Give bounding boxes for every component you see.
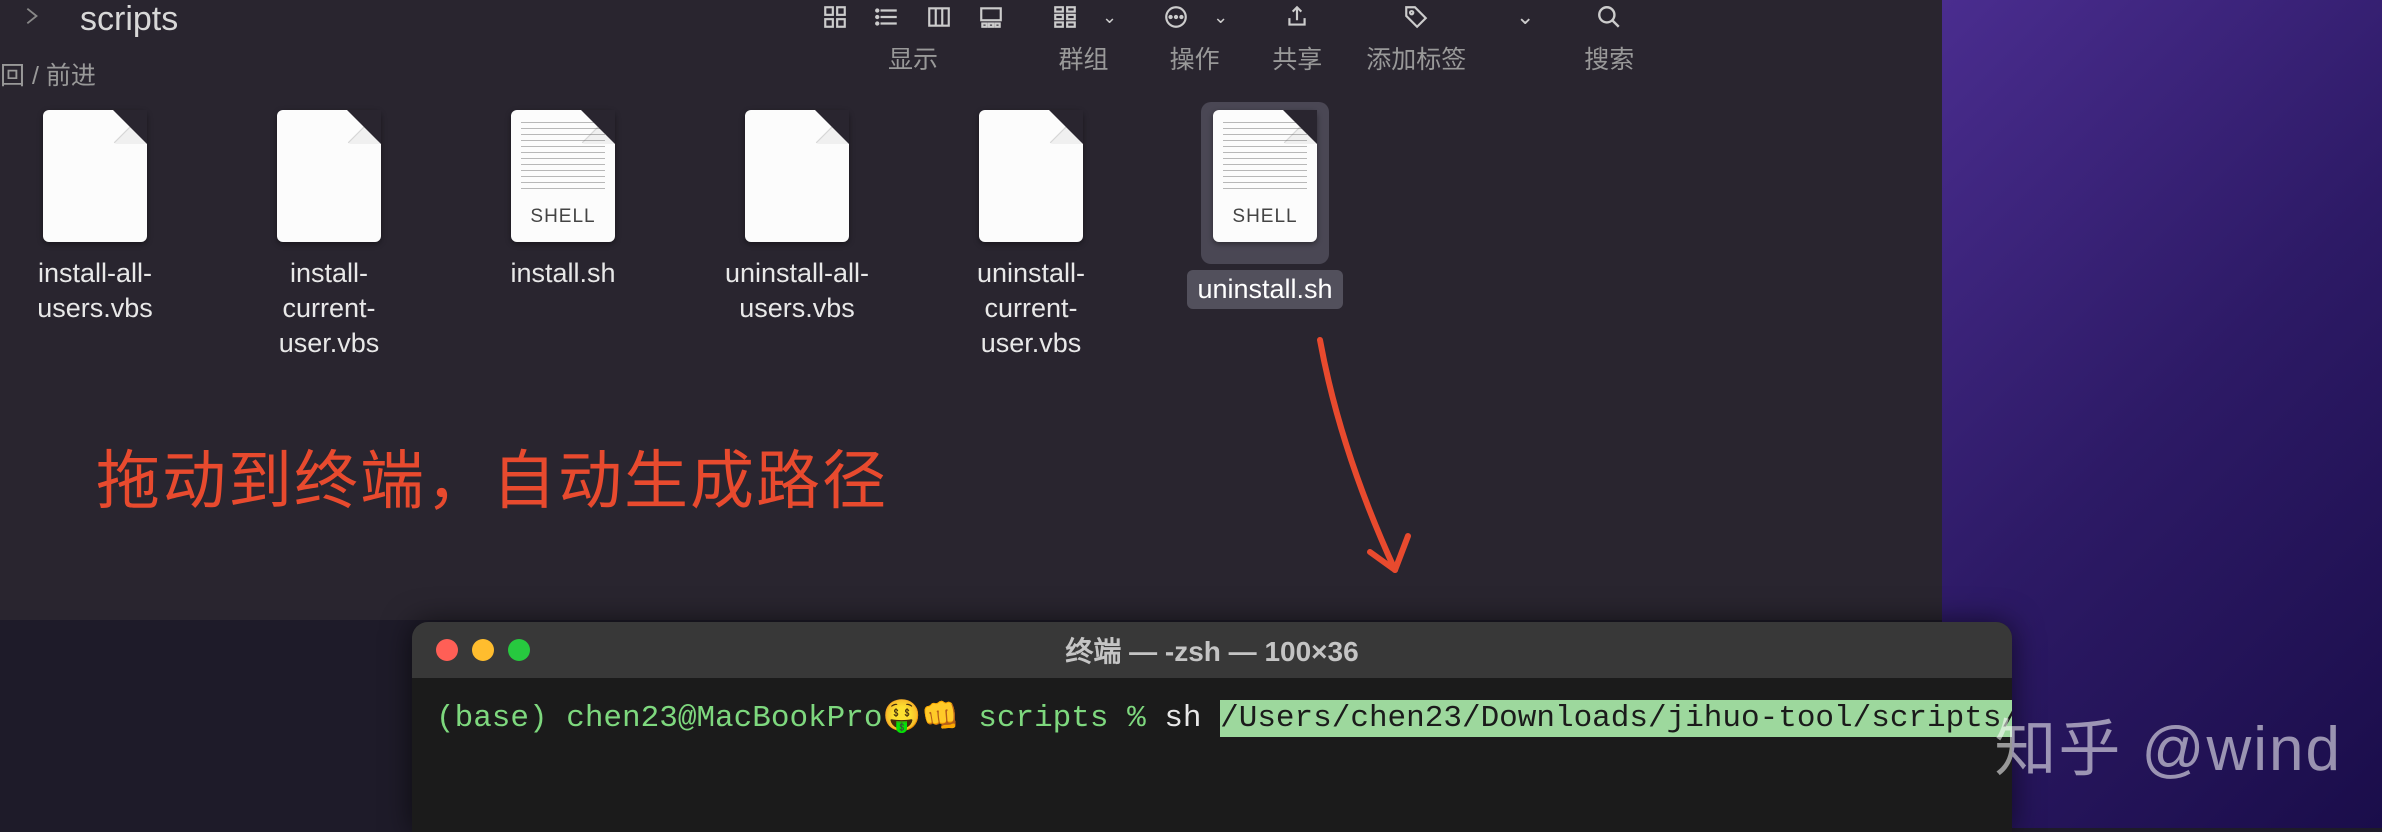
finder-window: scripts 回 / 前进 显示 ⌄ 群组 — [0, 0, 1942, 620]
maximize-button[interactable] — [508, 639, 530, 661]
vbs-file-icon — [277, 110, 381, 242]
minimize-button[interactable] — [472, 639, 494, 661]
annotation-text: 拖动到终端，自动生成路径 — [96, 430, 888, 522]
search-icon[interactable] — [1594, 4, 1624, 30]
terminal-titlebar[interactable]: 终端 — -zsh — 100×36 — [412, 622, 2012, 678]
file-item[interactable]: uninstall-current-user.vbs — [956, 110, 1106, 361]
file-type-label: SHELL — [511, 206, 615, 228]
file-item[interactable]: uninstall-all-users.vbs — [722, 110, 872, 361]
more-group: ⌄ — [1510, 0, 1540, 76]
tags-label: 添加标签 — [1366, 40, 1466, 76]
file-name: uninstall-current-user.vbs — [956, 256, 1106, 361]
terminal-body[interactable]: (base) chen23@MacBookPro🤑👊 scripts % sh … — [412, 678, 2012, 761]
terminal-title: 终端 — -zsh — 100×36 — [412, 630, 2012, 670]
terminal-window: 终端 — -zsh — 100×36 (base) chen23@MacBook… — [412, 622, 2012, 832]
terminal-prompt: (base) chen23@MacBookPro🤑👊 scripts % — [436, 701, 1164, 736]
file-name: install-all-users.vbs — [20, 256, 170, 326]
file-name: install-current-user.vbs — [254, 256, 404, 361]
terminal-highlighted-path: /Users/chen23/Downloads/jihuo-tool/scrip… — [1220, 700, 2012, 737]
vbs-file-icon — [745, 110, 849, 242]
file-type-label: SHELL — [1213, 206, 1317, 228]
tags-group: 添加标签 — [1366, 0, 1466, 76]
close-button[interactable] — [436, 639, 458, 661]
chevron-down-icon[interactable]: ⌄ — [1516, 4, 1534, 30]
file-item[interactable]: install-current-user.vbs — [254, 110, 404, 361]
file-item[interactable]: SHELL uninstall.sh — [1190, 110, 1340, 361]
tag-icon[interactable] — [1401, 4, 1431, 30]
search-group: 搜索 — [1584, 0, 1634, 76]
vbs-file-icon — [43, 110, 147, 242]
file-item[interactable]: install-all-users.vbs — [20, 110, 170, 361]
shell-file-icon: SHELL — [511, 110, 615, 242]
terminal-command: sh — [1164, 701, 1220, 736]
search-label: 搜索 — [1584, 40, 1634, 76]
file-name: uninstall.sh — [1187, 270, 1342, 309]
file-item[interactable]: SHELL install.sh — [488, 110, 638, 361]
file-grid: install-all-users.vbs install-current-use… — [0, 0, 1360, 381]
shell-file-icon: SHELL — [1213, 110, 1317, 242]
file-name: install.sh — [510, 256, 615, 291]
watermark: 知乎 @wind — [1994, 698, 2342, 788]
vbs-file-icon — [979, 110, 1083, 242]
file-name: uninstall-all-users.vbs — [722, 256, 872, 326]
